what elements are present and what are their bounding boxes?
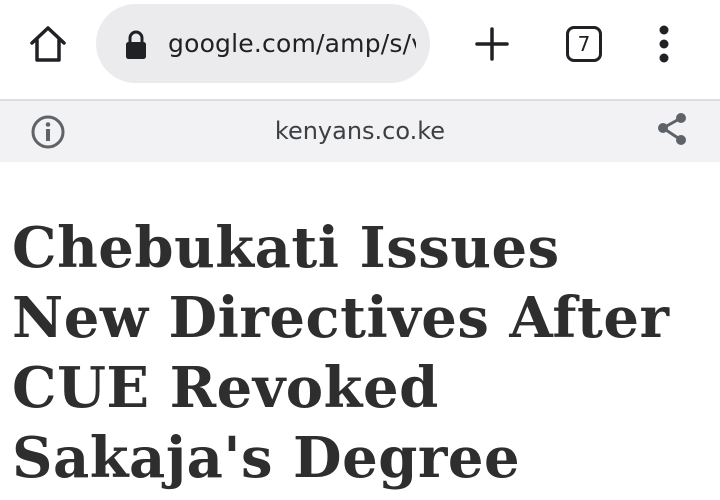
lock-icon[interactable]: [124, 30, 148, 60]
share-icon[interactable]: [654, 111, 690, 147]
url-text[interactable]: google.com/amp/s/v: [168, 4, 416, 83]
home-icon: [30, 26, 66, 62]
new-tab-button[interactable]: [468, 18, 516, 70]
plus-icon: [475, 27, 509, 61]
tab-switcher-button[interactable]: 7: [560, 18, 608, 70]
address-bar[interactable]: google.com/amp/s/v: [96, 4, 430, 83]
home-button[interactable]: [22, 20, 74, 68]
more-options-button[interactable]: [642, 18, 686, 70]
tab-count: 7: [577, 32, 591, 56]
browser-toolbar: google.com/amp/s/v 7: [0, 0, 720, 88]
tab-switcher-icon: 7: [566, 26, 602, 62]
info-icon[interactable]: [30, 114, 66, 150]
article-headline: Chebukati Issues New Directives After CU…: [12, 215, 670, 491]
more-vert-icon: [659, 25, 669, 63]
amp-domain[interactable]: kenyans.co.ke: [160, 101, 560, 162]
